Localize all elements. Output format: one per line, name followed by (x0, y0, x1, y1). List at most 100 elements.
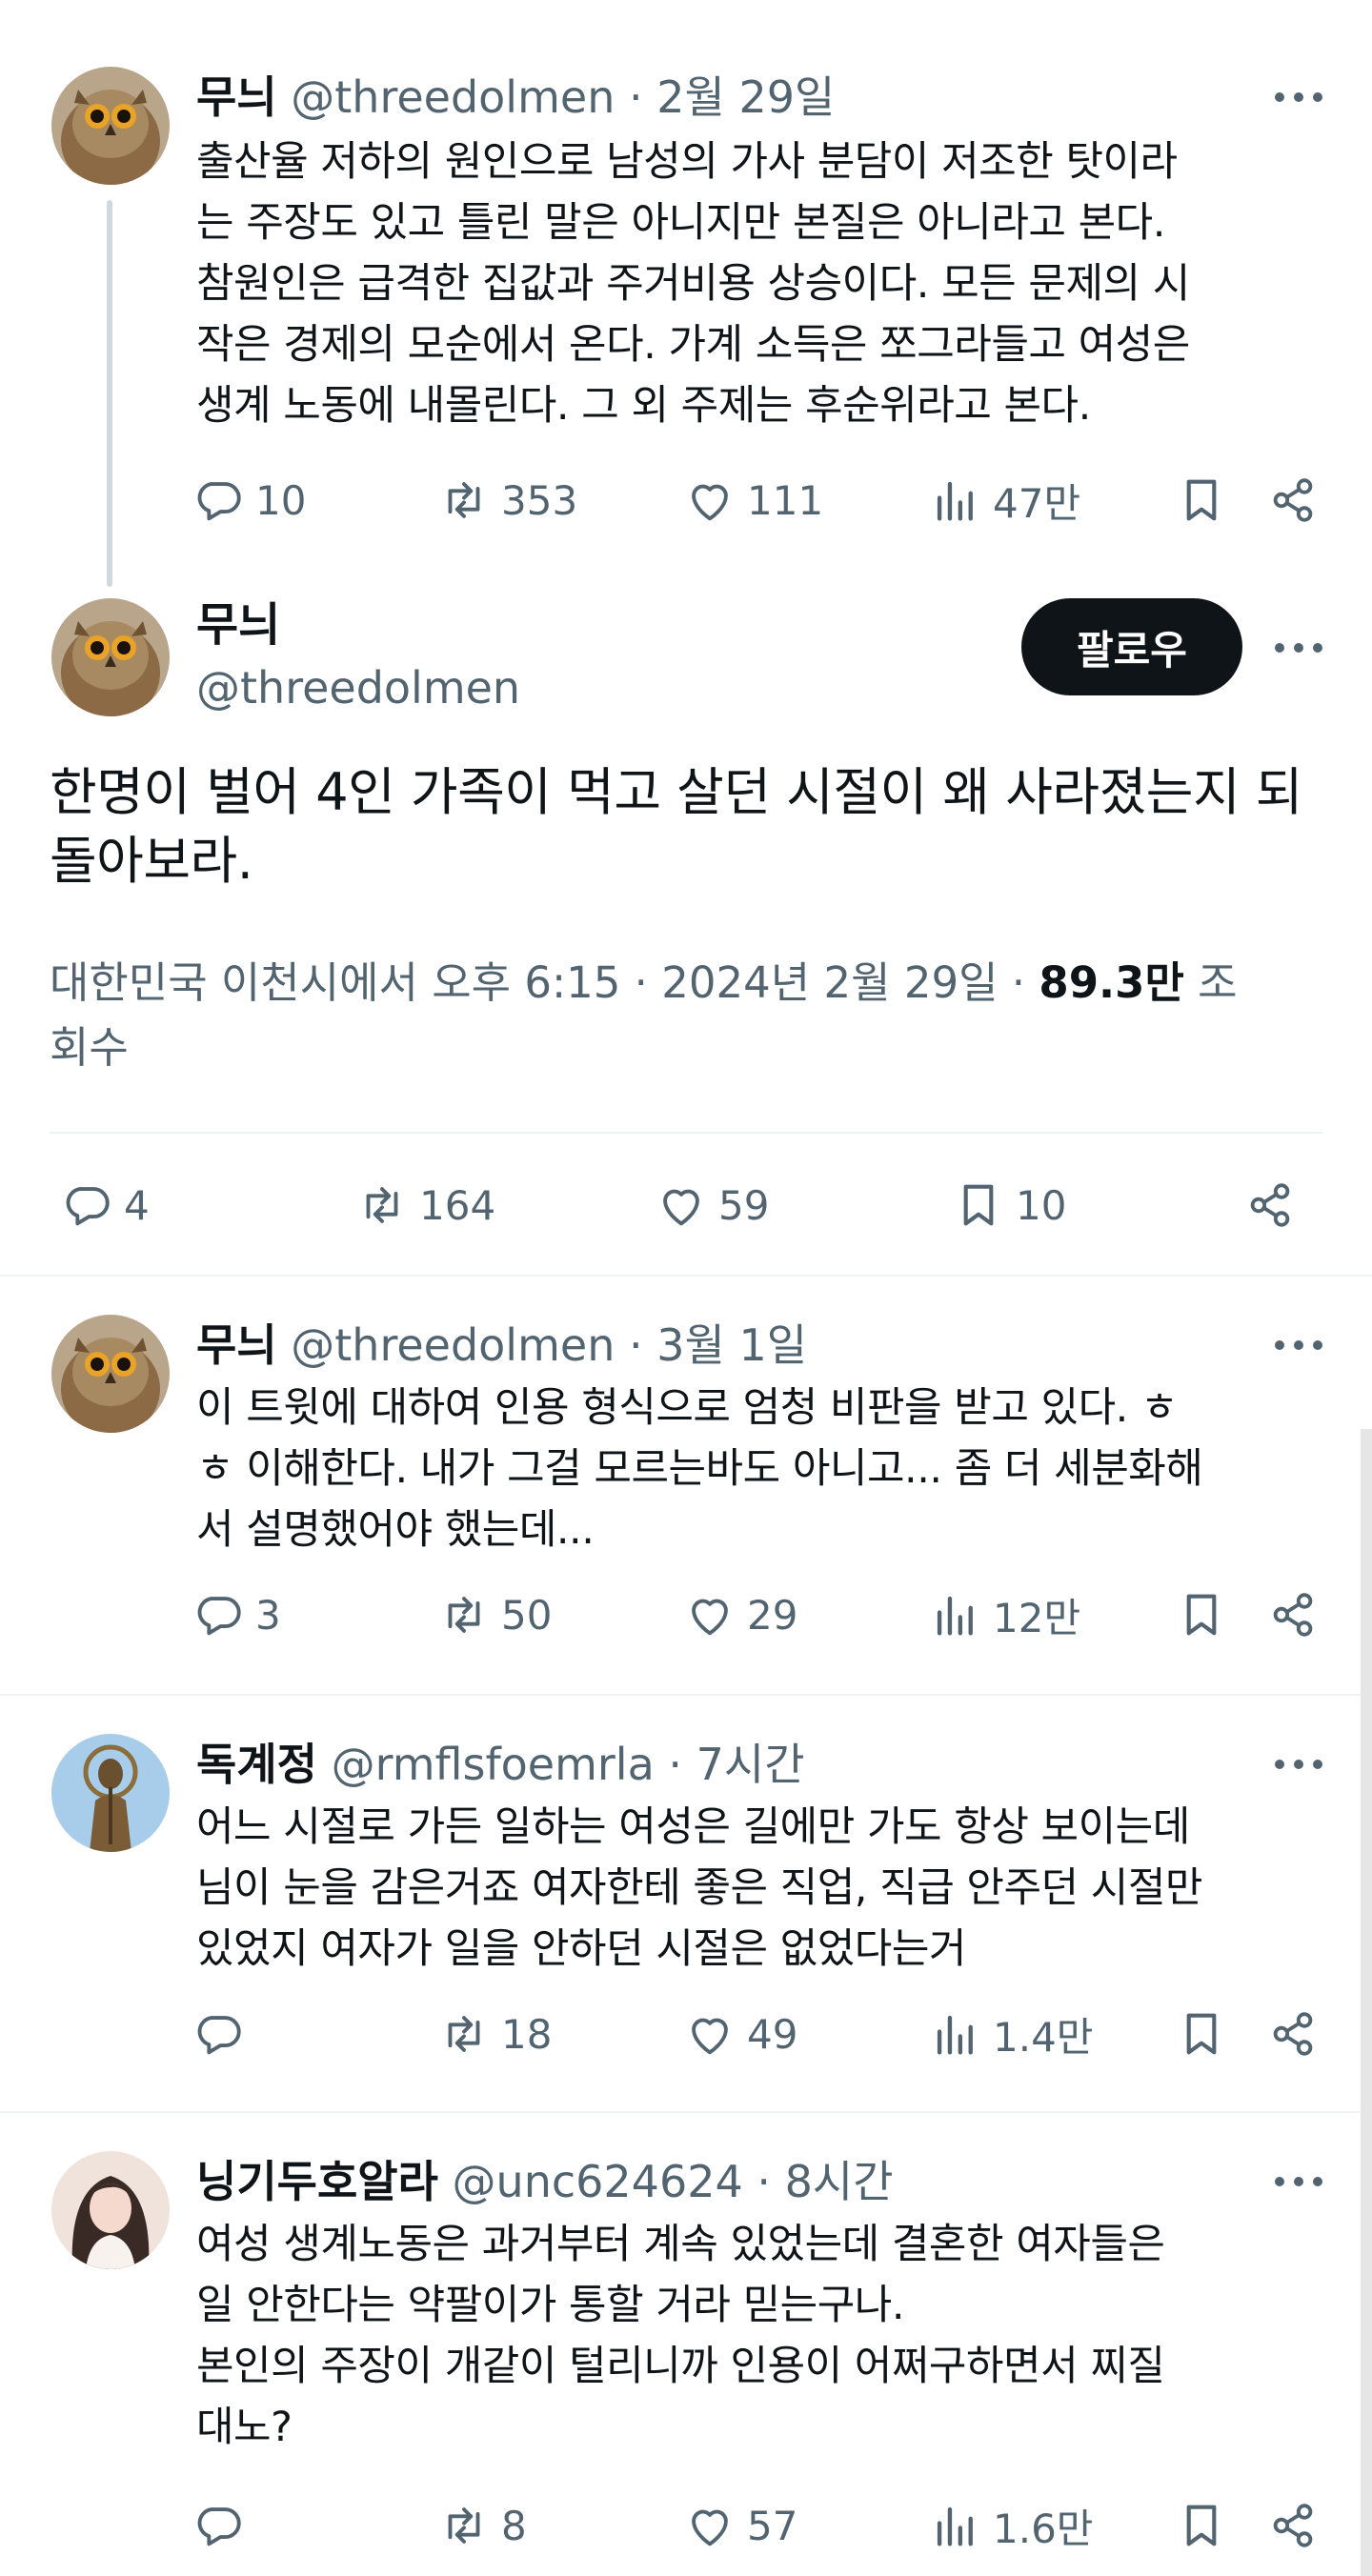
reply-icon (66, 1187, 110, 1226)
heart-icon (692, 1599, 728, 1636)
tweet-header: 독계정 @rmflsfoemrla · 7시간 (196, 1736, 805, 1793)
retweet-icon (448, 2016, 480, 2052)
tweet-time[interactable]: 8시간 (785, 2156, 894, 2207)
bookmark-button[interactable] (1174, 1581, 1229, 1648)
reply-icon (197, 2507, 241, 2546)
views-count: 1.6만 (993, 2505, 1094, 2552)
views-chart-icon (937, 1596, 973, 1636)
bookmark-count: 10 (1016, 1181, 1067, 1229)
separator-dot: · (628, 1319, 643, 1371)
reply-button[interactable]: 4 (59, 1172, 150, 1238)
like-count: 57 (747, 2502, 798, 2549)
more-options-icon[interactable] (1275, 1757, 1322, 1772)
retweet-count: 18 (501, 2010, 553, 2058)
retweet-button[interactable]: 8 (436, 2492, 527, 2559)
tweet-header: 닝기두호알라 @unc624624 · 8시간 (196, 2153, 894, 2210)
reply-icon (197, 2016, 241, 2055)
author-name[interactable]: 닝기두호알라 (196, 2156, 438, 2207)
statue-avatar-icon[interactable] (51, 1734, 170, 1852)
follow-button[interactable]: 팔로우 (1021, 598, 1242, 695)
like-button[interactable]: 49 (682, 2001, 797, 2067)
share-icon (1273, 1593, 1313, 1637)
tweet-meta: 대한민국 이천시에서 오후 6:15 · 2024년 2월 29일 · 89.3… (50, 951, 1307, 1080)
views-chart-icon (937, 2506, 973, 2546)
tweet-reply[interactable]: 닝기두호알라 @unc624624 · 8시간 여성 생계노동은 과거부터 계속… (0, 2113, 1372, 2576)
bookmark-icon (1186, 1594, 1217, 1636)
tweet-main: 무늬 @threedolmen 팔로우 한명이 벌어 4인 가족이 먹고 살던 … (0, 0, 1372, 1277)
retweet-icon (366, 1187, 398, 1223)
author-handle[interactable]: @rmflsfoemrla (332, 1739, 655, 1790)
retweet-icon (448, 1597, 480, 1633)
tweet-reply[interactable]: 무늬 @threedolmen · 3월 1일 이 트윗에 대하여 인용 형식으… (0, 1277, 1372, 1694)
views-count[interactable]: 89.3만 (1039, 957, 1183, 1008)
share-button[interactable] (1265, 2001, 1321, 2067)
tweet-text: 한명이 벌어 4인 가족이 먹고 살던 시절이 왜 사라졌는지 되 돌아보라. (50, 762, 1302, 891)
tweet-time[interactable]: 3월 1일 (656, 1319, 807, 1371)
tweet-actions: 4 164 59 10 (50, 1172, 1326, 1238)
share-icon (1250, 1183, 1290, 1227)
share-button[interactable] (1265, 1581, 1321, 1648)
reply-count: 3 (255, 1591, 281, 1639)
owl-avatar-icon[interactable] (51, 598, 170, 716)
retweet-count: 164 (419, 1181, 496, 1229)
share-button[interactable] (1265, 2492, 1321, 2559)
views-count: 1.4만 (993, 2013, 1094, 2061)
views-button[interactable]: 12만 (928, 1581, 1080, 1648)
author-handle[interactable]: @unc624624 (453, 2156, 743, 2207)
share-icon (1273, 2504, 1313, 2547)
tweet-reply[interactable]: 독계정 @rmflsfoemrla · 7시간 어느 시절로 가든 일하는 여성… (0, 1696, 1372, 2113)
like-count: 49 (747, 2010, 798, 2058)
share-icon (1273, 2012, 1313, 2056)
reply-icon (197, 1597, 241, 1636)
share-button[interactable] (1242, 1172, 1298, 1238)
girl-avatar-icon[interactable] (51, 2151, 170, 2269)
bookmark-button[interactable] (1174, 2492, 1229, 2559)
tweet-location-time[interactable]: 대한민국 이천시에서 오후 6:15 · 2024년 2월 29일 · (50, 957, 1039, 1008)
tweet-text: 여성 생계노동은 과거부터 계속 있었는데 결혼한 여자들은 일 안한다는 약팔… (196, 2221, 1165, 2451)
bookmark-icon (1186, 2505, 1217, 2546)
scrollbar[interactable] (1361, 1429, 1372, 2576)
bookmark-button[interactable] (1174, 2001, 1229, 2067)
tweet-time[interactable]: 7시간 (696, 1739, 805, 1790)
views-chart-icon (937, 2015, 973, 2055)
retweet-count: 50 (501, 1591, 553, 1639)
author-name[interactable]: 무늬 (196, 1319, 277, 1371)
retweet-count: 8 (501, 2502, 527, 2549)
bookmark-icon (963, 1184, 994, 1226)
owl-avatar-icon[interactable] (51, 1315, 170, 1433)
tweet-header: 무늬 @threedolmen · 3월 1일 (196, 1317, 807, 1374)
bookmark-button[interactable]: 10 (951, 1172, 1066, 1238)
more-options-icon[interactable] (1275, 2174, 1322, 2189)
tweet-actions: 8 57 1.6만 (191, 2492, 1334, 2559)
views-button[interactable]: 1.6만 (928, 2492, 1093, 2559)
like-count: 29 (747, 1591, 798, 1639)
heart-icon (663, 1189, 699, 1226)
reply-button[interactable] (191, 2492, 255, 2559)
like-button[interactable]: 57 (682, 2492, 797, 2559)
author-name[interactable]: 무늬 (196, 596, 280, 654)
views-button[interactable]: 1.4만 (928, 2001, 1093, 2067)
reply-button[interactable] (191, 2001, 255, 2067)
more-options-icon[interactable] (1275, 640, 1322, 655)
more-options-icon[interactable] (1275, 1338, 1322, 1353)
like-button[interactable]: 59 (654, 1172, 769, 1238)
reply-button[interactable]: 3 (191, 1581, 281, 1648)
retweet-button[interactable]: 50 (436, 1581, 552, 1648)
retweet-icon (448, 2507, 480, 2544)
tweet-actions: 18 49 1.4만 (191, 2001, 1334, 2067)
author-handle[interactable]: @threedolmen (196, 659, 520, 716)
tweet-thread-page: 무늬 @threedolmen · 2월 29일 출산율 저하의 원인으로 남성… (0, 0, 1372, 2576)
author-name[interactable]: 독계정 (196, 1739, 317, 1790)
tweet-text: 이 트윗에 대하여 인용 형식으로 엄청 비판을 받고 있다. ㅎ ㅎ 이해한다… (196, 1384, 1203, 1554)
heart-icon (692, 2018, 728, 2055)
separator-dot: · (668, 1739, 683, 1790)
like-count: 59 (718, 1181, 770, 1229)
retweet-button[interactable]: 18 (436, 2001, 552, 2067)
tweet-actions: 3 50 29 12만 (191, 1581, 1334, 1648)
views-count: 12만 (993, 1594, 1081, 1641)
author-handle[interactable]: @threedolmen (291, 1319, 615, 1371)
heart-icon (692, 2509, 728, 2546)
like-button[interactable]: 29 (682, 1581, 797, 1648)
bookmark-icon (1186, 2013, 1217, 2055)
retweet-button[interactable]: 164 (354, 1172, 495, 1238)
